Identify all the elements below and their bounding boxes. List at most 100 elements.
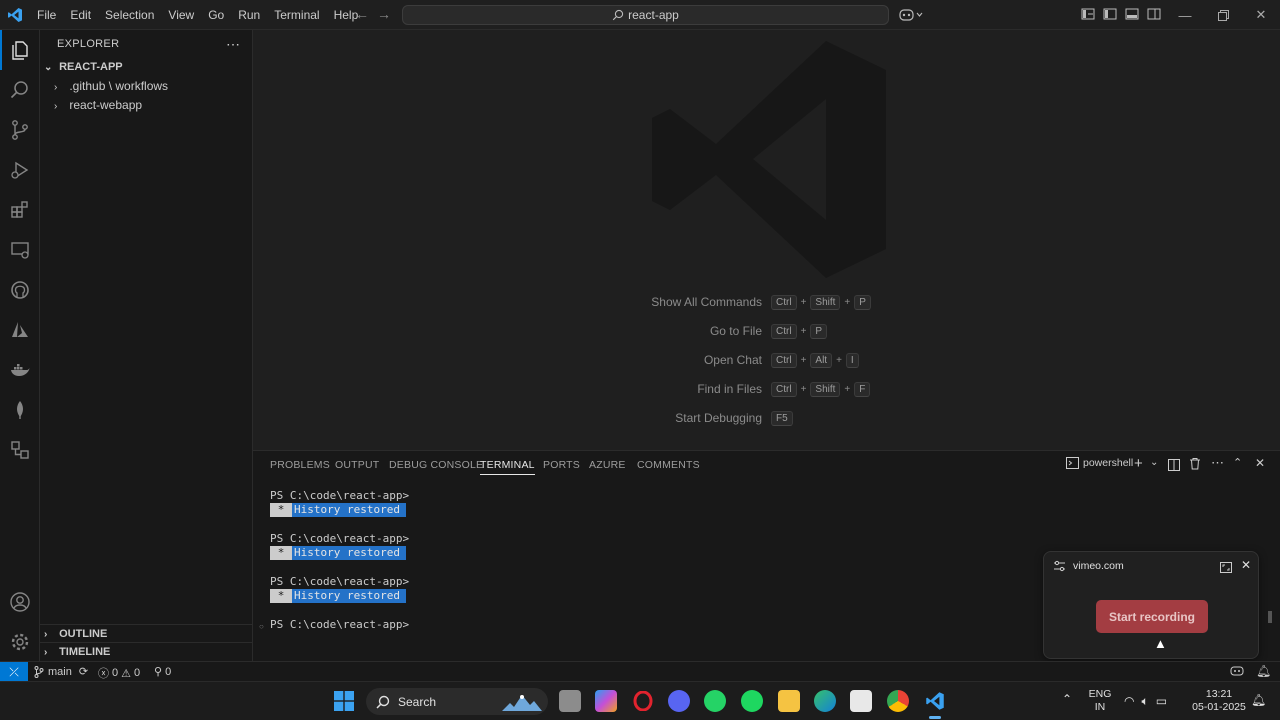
toggle-panel-icon[interactable] bbox=[1125, 7, 1141, 23]
key-i: I bbox=[845, 352, 859, 368]
whatsapp-icon[interactable] bbox=[704, 690, 726, 712]
date: 05-01-2025 bbox=[1192, 701, 1246, 713]
new-terminal-plus-icon[interactable]: + bbox=[1134, 455, 1143, 472]
history-restored-banner: * History restored bbox=[270, 589, 409, 603]
run-debug-icon[interactable] bbox=[0, 150, 40, 190]
remote-indicator[interactable]: ⤫ bbox=[0, 662, 28, 682]
menu-terminal[interactable]: Terminal bbox=[267, 0, 326, 30]
toggle-primary-sidebar-icon[interactable] bbox=[1103, 7, 1119, 23]
tab-debug-console[interactable]: DEBUG CONSOLE bbox=[389, 459, 483, 471]
more-actions-icon[interactable]: ⋯ bbox=[226, 36, 240, 53]
terminal-output[interactable]: PS C:\code\react-app> * History restored … bbox=[270, 489, 409, 631]
opera-icon[interactable] bbox=[632, 690, 654, 712]
tree-item-github-workflows[interactable]: › .github \ workflows bbox=[54, 77, 168, 96]
menu-file[interactable]: File bbox=[30, 0, 63, 30]
workspace-root[interactable]: ⌄ REACT-APP bbox=[44, 58, 123, 77]
menu-run[interactable]: Run bbox=[231, 0, 267, 30]
key-f: F bbox=[854, 381, 871, 397]
copilot-icon[interactable] bbox=[899, 7, 925, 23]
trash-icon[interactable] bbox=[1189, 457, 1201, 475]
terminal-shell-selector[interactable]: powershell bbox=[1066, 457, 1133, 469]
discord-icon[interactable] bbox=[668, 690, 690, 712]
chrome-icon[interactable] bbox=[887, 690, 909, 712]
bell-icon[interactable]: 🔔︎ bbox=[1256, 664, 1271, 678]
customize-layout-icon[interactable] bbox=[1081, 7, 1097, 23]
history-text: History restored bbox=[292, 589, 406, 603]
branch-indicator[interactable]: main ⟳ bbox=[34, 665, 88, 678]
microsoft-store-icon[interactable] bbox=[850, 690, 872, 712]
warning-count: 0 bbox=[134, 667, 141, 679]
explorer-icon[interactable] bbox=[0, 30, 40, 70]
menu-edit[interactable]: Edit bbox=[63, 0, 98, 30]
tree-item-label: .github \ workflows bbox=[69, 79, 169, 93]
database-explorer-icon[interactable] bbox=[0, 430, 40, 470]
forward-arrow-icon[interactable]: → bbox=[373, 6, 395, 22]
menu-view[interactable]: View bbox=[161, 0, 201, 30]
menu-selection[interactable]: Selection bbox=[98, 0, 161, 30]
spotify-icon[interactable] bbox=[741, 690, 763, 712]
terminal-scrollbar[interactable] bbox=[1268, 611, 1272, 623]
toggle-secondary-sidebar-icon[interactable] bbox=[1147, 7, 1163, 23]
split-terminal-icon[interactable] bbox=[1168, 458, 1180, 476]
close-icon[interactable]: ✕ bbox=[1241, 558, 1251, 572]
problems-indicator[interactable]: ⓧ 0 ⚠ 0 bbox=[98, 665, 140, 681]
hint-show-all-commands: Show All Commands Ctrl + Shift + P bbox=[253, 292, 871, 312]
show-hidden-icons-chevron-up-icon[interactable]: ⌃ bbox=[1062, 692, 1072, 706]
taskbar-search-box[interactable]: Search bbox=[366, 688, 548, 715]
maximize-panel-chevron-up-icon[interactable]: ⌃ bbox=[1233, 456, 1242, 469]
tab-output[interactable]: OUTPUT bbox=[335, 459, 379, 471]
back-arrow-icon[interactable]: ← bbox=[351, 6, 373, 22]
minimize-button[interactable]: — bbox=[1166, 0, 1204, 30]
close-panel-icon[interactable]: ✕ bbox=[1255, 456, 1265, 470]
outline-section[interactable]: › OUTLINE bbox=[44, 628, 107, 640]
sync-icon[interactable]: ⟳ bbox=[79, 665, 88, 678]
copilot-taskbar-icon[interactable] bbox=[595, 690, 617, 712]
explorer-sidebar: EXPLORER ⋯ ⌄ REACT-APP › .github \ workf… bbox=[40, 30, 253, 661]
edge-icon[interactable] bbox=[814, 690, 836, 712]
docker-icon[interactable] bbox=[0, 350, 40, 390]
search-activity-icon[interactable] bbox=[0, 70, 40, 110]
key-ctrl: Ctrl bbox=[771, 381, 797, 397]
expand-icon[interactable] bbox=[1220, 560, 1232, 578]
ports-indicator[interactable]: ⚲ 0 bbox=[154, 665, 171, 679]
command-center[interactable]: react-app bbox=[402, 5, 889, 25]
tab-ports[interactable]: PORTS bbox=[543, 459, 580, 471]
tree-item-label: react-webapp bbox=[69, 98, 143, 112]
chevron-down-icon[interactable]: ⌄ bbox=[1150, 457, 1158, 468]
radio-tower-icon: ⚲ bbox=[154, 666, 163, 678]
battery-icon: ▭ bbox=[1155, 694, 1168, 708]
accounts-icon[interactable] bbox=[0, 582, 40, 622]
tree-item-react-webapp[interactable]: › react-webapp bbox=[54, 96, 142, 115]
mongodb-leaf-icon[interactable] bbox=[0, 390, 40, 430]
task-view-icon[interactable] bbox=[559, 690, 581, 712]
menu-go[interactable]: Go bbox=[201, 0, 231, 30]
vscode-taskbar-icon[interactable] bbox=[924, 690, 946, 712]
clock[interactable]: 13:21 05-01-2025 bbox=[1190, 688, 1248, 714]
copilot-status-icon[interactable] bbox=[1230, 665, 1244, 680]
tab-terminal[interactable]: TERMINAL bbox=[480, 459, 535, 475]
gear-icon[interactable] bbox=[0, 622, 40, 662]
system-tray-icons[interactable]: ◠ 🔈︎ ▭ bbox=[1124, 694, 1167, 709]
tab-azure[interactable]: AZURE bbox=[589, 459, 626, 471]
notification-bell-icon[interactable]: 🔔︎ bbox=[1251, 693, 1266, 707]
azure-icon[interactable] bbox=[0, 310, 40, 350]
start-recording-button[interactable]: Start recording bbox=[1096, 600, 1208, 633]
restore-button[interactable] bbox=[1204, 0, 1242, 30]
remote-explorer-icon[interactable] bbox=[0, 230, 40, 270]
menu-bar: File Edit Selection View Go Run Terminal… bbox=[30, 0, 365, 30]
timeline-section[interactable]: › TIMELINE bbox=[44, 646, 110, 658]
file-explorer-icon[interactable] bbox=[778, 690, 800, 712]
github-icon[interactable] bbox=[0, 270, 40, 310]
key-shift: Shift bbox=[810, 381, 841, 397]
windows-start-icon[interactable] bbox=[334, 691, 354, 716]
extensions-icon[interactable] bbox=[0, 190, 40, 230]
tab-problems[interactable]: PROBLEMS bbox=[270, 459, 330, 471]
tab-comments[interactable]: COMMENTS bbox=[637, 459, 700, 471]
terminal-prompt: PS C:\code\react-app> bbox=[270, 489, 410, 502]
close-window-button[interactable]: ✕ bbox=[1242, 0, 1280, 30]
language-indicator[interactable]: ENG IN bbox=[1087, 688, 1113, 714]
sliders-icon[interactable] bbox=[1053, 559, 1066, 577]
source-control-icon[interactable] bbox=[0, 110, 40, 150]
more-actions-icon[interactable]: ⋯ bbox=[1211, 455, 1224, 471]
windows-taskbar: Search ⌃ ENG IN ◠ 🔈︎ ▭ 13:21 05-01-2025 … bbox=[0, 681, 1280, 720]
